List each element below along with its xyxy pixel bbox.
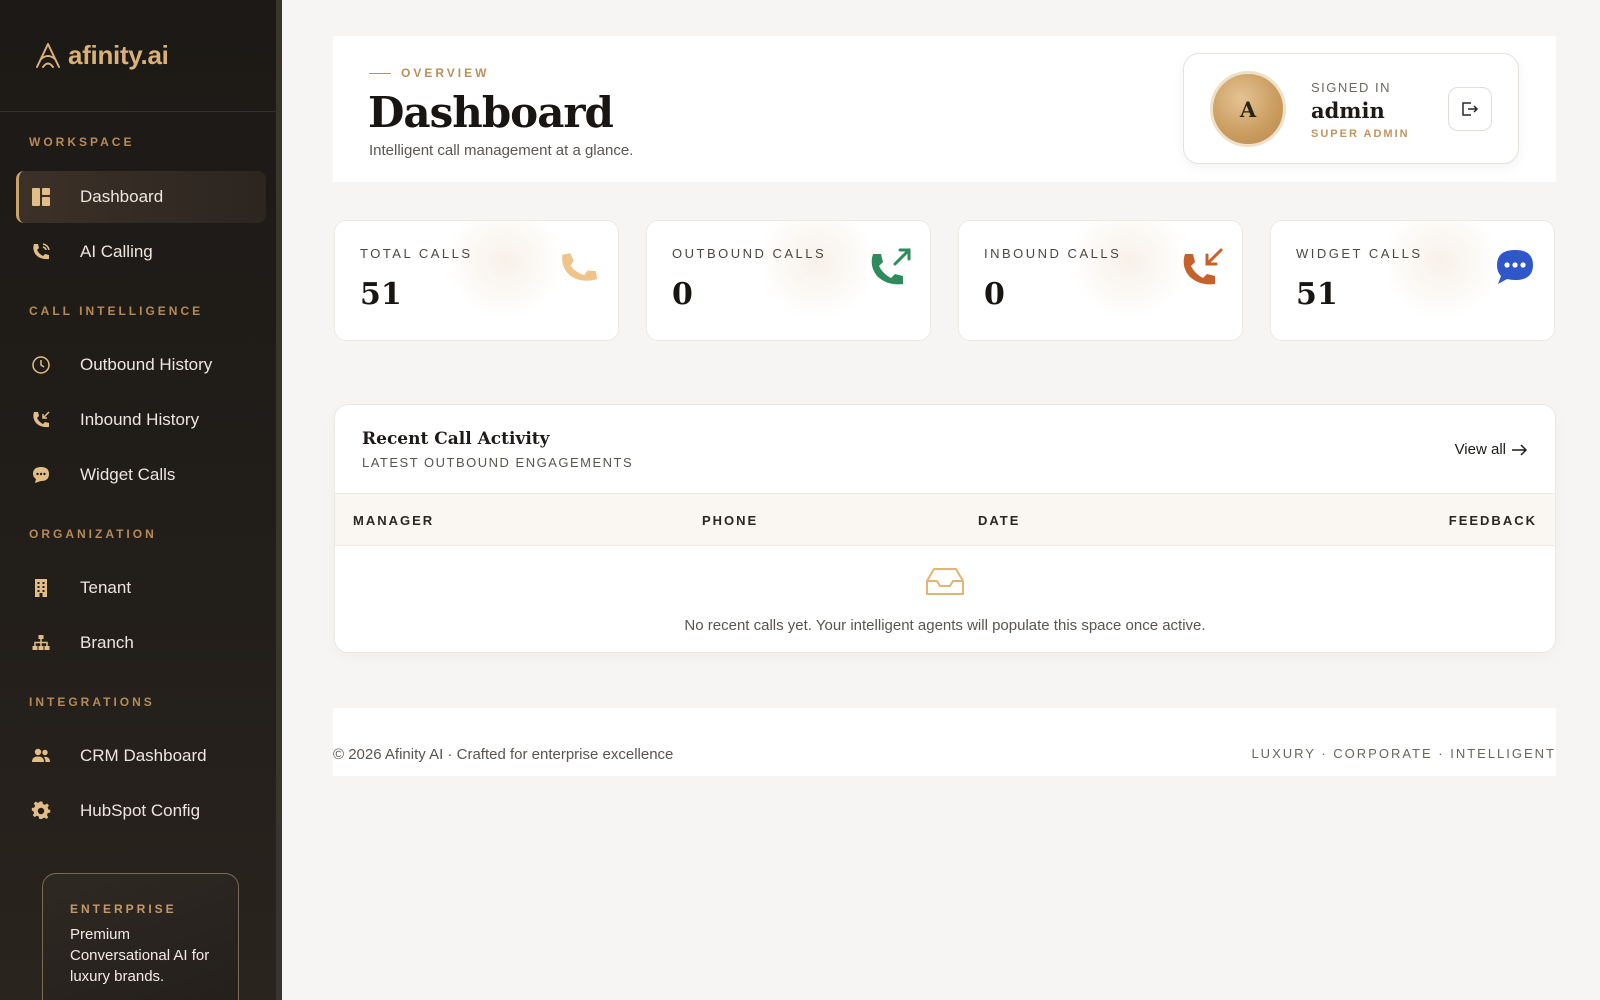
table-header: MANAGER PHONE DATE FEEDBACK [335, 493, 1555, 546]
stat-value: 51 [1296, 277, 1338, 312]
page-title: Dashboard [368, 88, 614, 137]
inbox-icon [926, 568, 964, 595]
sidebar-item-label: Branch [80, 633, 134, 652]
stat-label: TOTAL CALLS [360, 246, 473, 261]
sidebar-item-label: Widget Calls [80, 465, 176, 484]
stat-label: OUTBOUND CALLS [672, 246, 827, 261]
column-header-manager[interactable]: MANAGER [353, 513, 434, 528]
signed-in-label: SIGNED IN [1311, 80, 1391, 95]
section-label-integrations: INTEGRATIONS [29, 695, 155, 709]
column-header-phone[interactable]: PHONE [702, 513, 758, 528]
stat-card-widget-calls[interactable]: WIDGET CALLS 51 [1270, 220, 1555, 341]
logout-button[interactable] [1448, 87, 1492, 131]
sidebar-item-label: Outbound History [80, 355, 213, 374]
stat-card-outbound-calls[interactable]: OUTBOUND CALLS 0 [646, 220, 931, 341]
sidebar-item-branch[interactable]: Branch [16, 617, 266, 669]
section-label-organization: ORGANIZATION [29, 527, 157, 541]
gear-icon [30, 800, 52, 822]
sidebar-item-label: AI Calling [80, 242, 153, 261]
dashboard-icon [30, 186, 52, 208]
stat-value: 51 [360, 277, 402, 312]
signed-in-user-card: A SIGNED IN admin SUPER ADMIN [1183, 53, 1519, 164]
empty-state-message: No recent calls yet. Your intelligent ag… [684, 617, 1206, 634]
sidebar-item-label: Tenant [80, 578, 132, 597]
stat-label: INBOUND CALLS [984, 246, 1122, 261]
column-header-date[interactable]: DATE [978, 513, 1020, 528]
afinity-logo-icon [36, 42, 60, 68]
panel-title: Recent Call Activity [362, 429, 550, 449]
sidebar-item-crm-dashboard[interactable]: CRM Dashboard [16, 730, 266, 782]
section-label-call-intelligence: CALL INTELLIGENCE [29, 304, 204, 318]
phone-incoming-icon [30, 409, 52, 431]
sidebar-item-label: Inbound History [80, 410, 200, 429]
logout-icon [1462, 102, 1479, 116]
footer-tagline: LUXURY · CORPORATE · INTELLIGENT [1251, 746, 1556, 761]
overline-divider [369, 72, 391, 74]
phone-outgoing-icon [868, 245, 914, 291]
users-icon [30, 745, 52, 767]
footer-copyright: © 2026 Afinity AI · Crafted for enterpri… [333, 746, 674, 763]
chat-bubble-icon [1492, 245, 1538, 291]
avatar: A [1210, 71, 1286, 147]
chat-bubble-icon [30, 464, 52, 486]
stat-card-inbound-calls[interactable]: INBOUND CALLS 0 [958, 220, 1243, 341]
recent-call-activity-panel: Recent Call Activity LATEST OUTBOUND ENG… [334, 404, 1556, 653]
arrow-right-icon [1512, 443, 1528, 456]
overline-text: OVERVIEW [401, 66, 490, 80]
page-header: OVERVIEW Dashboard Intelligent call mana… [333, 36, 1556, 182]
hierarchy-icon [30, 632, 52, 654]
phone-icon [556, 245, 602, 291]
stat-value: 0 [672, 277, 693, 312]
sidebar-item-ai-calling[interactable]: AI Calling [16, 226, 266, 278]
sidebar-item-label: Dashboard [80, 187, 164, 206]
footer: © 2026 Afinity AI · Crafted for enterpri… [333, 708, 1556, 776]
view-all-link[interactable]: View all [1455, 441, 1529, 458]
sidebar-item-outbound-history[interactable]: Outbound History [16, 339, 266, 391]
column-header-feedback[interactable]: FEEDBACK [1449, 513, 1537, 528]
sidebar-item-hubspot-config[interactable]: HubSpot Config [16, 785, 266, 837]
promo-text: Premium Conversational AI for luxury bra… [70, 926, 210, 985]
phone-call-icon [30, 241, 52, 263]
sidebar-item-tenant[interactable]: Tenant [16, 562, 266, 614]
stat-value: 0 [984, 277, 1005, 312]
sidebar-item-label: HubSpot Config [80, 801, 201, 820]
overview-overline: OVERVIEW [369, 66, 489, 80]
brand-name: afinity.ai [68, 40, 169, 70]
view-all-label: View all [1454, 441, 1506, 458]
phone-incoming-icon [1180, 245, 1226, 291]
sidebar-item-inbound-history[interactable]: Inbound History [16, 394, 266, 446]
sidebar-item-widget-calls[interactable]: Widget Calls [16, 449, 266, 501]
promo-tag: ENTERPRISE [70, 902, 177, 916]
stat-card-total-calls[interactable]: TOTAL CALLS 51 [334, 220, 619, 341]
brand-logo[interactable]: afinity.ai [0, 0, 276, 112]
section-label-workspace: WORKSPACE [29, 135, 135, 149]
panel-subtitle: LATEST OUTBOUND ENGAGEMENTS [362, 455, 634, 470]
building-icon [30, 577, 52, 599]
sidebar-item-dashboard[interactable]: Dashboard [16, 171, 266, 223]
stat-label: WIDGET CALLS [1296, 246, 1423, 261]
sidebar: afinity.ai WORKSPACE Dashboard AI Callin… [0, 0, 282, 1000]
page-subtitle: Intelligent call management at a glance. [369, 142, 634, 159]
sidebar-item-label: CRM Dashboard [80, 746, 207, 765]
signed-in-role: SUPER ADMIN [1311, 128, 1410, 140]
signed-in-username: admin [1311, 98, 1385, 123]
clock-icon [30, 354, 52, 376]
enterprise-promo-card: ENTERPRISE Premium Conversational AI for… [42, 873, 239, 1000]
